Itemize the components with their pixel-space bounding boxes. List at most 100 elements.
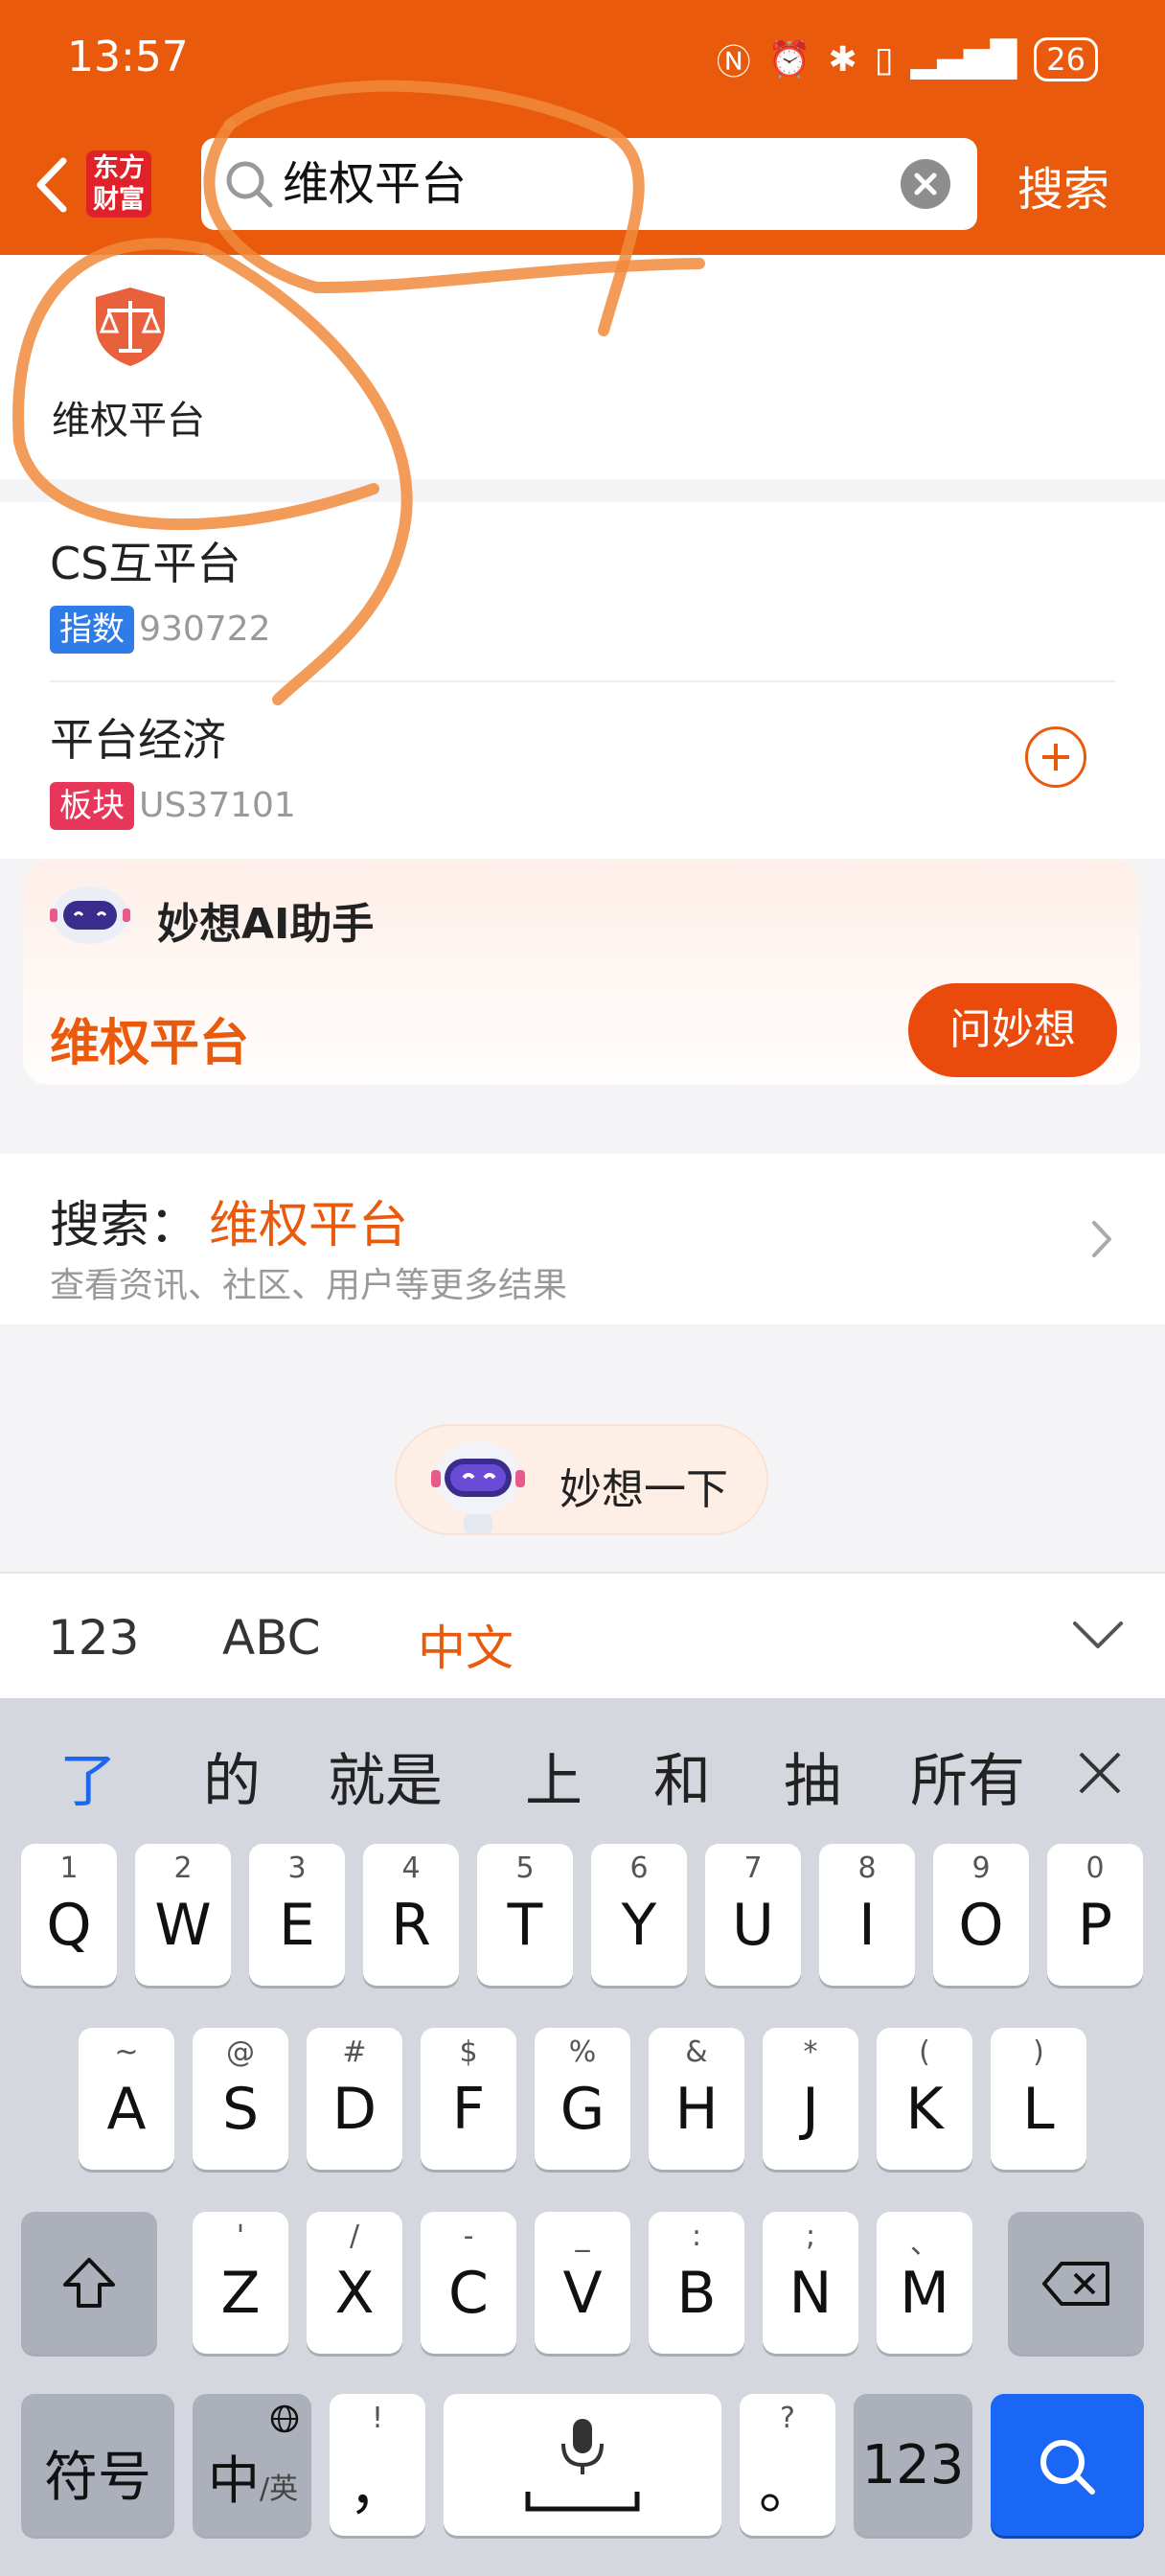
key-hint: ~ <box>114 2036 139 2069</box>
key-hint: 1 <box>59 1852 79 1885</box>
scales-shield-icon <box>96 288 165 366</box>
mode-chinese[interactable]: 中文 <box>418 1610 514 1679</box>
key-t[interactable]: 5T <box>477 1844 573 1986</box>
key-u[interactable]: 7U <box>705 1844 801 1986</box>
key-hint: ( <box>919 2036 930 2069</box>
backspace-key[interactable] <box>1008 2212 1144 2354</box>
key-label: F <box>451 2076 486 2143</box>
key-label: L <box>1022 2076 1055 2143</box>
search-input[interactable]: 维权平台 <box>201 138 977 230</box>
key-label: W <box>154 1892 212 1959</box>
key-p[interactable]: 0P <box>1047 1844 1143 1986</box>
stock-list: CS互平台 指数 930722 平台经济 板块 US37101 <box>0 502 1165 859</box>
type-tag: 指数 <box>50 606 134 654</box>
key-label: T <box>507 1892 543 1959</box>
key-a[interactable]: ~ A <box>79 2028 174 2170</box>
key-hint: ! <box>371 2402 384 2435</box>
candidate-item[interactable]: 所有 <box>910 1735 1025 1818</box>
key-hint: - <box>463 2220 474 2253</box>
key-i[interactable]: 8I <box>819 1844 915 1986</box>
mode-number[interactable]: 123 <box>48 1610 139 1666</box>
key-label: U <box>732 1892 774 1959</box>
back-button[interactable] <box>25 151 82 218</box>
key-f[interactable]: $ F <box>421 2028 516 2170</box>
key-v[interactable]: _ V <box>535 2212 630 2354</box>
shift-key[interactable] <box>21 2212 157 2354</box>
language-switch-key[interactable]: 中/英 <box>193 2394 311 2536</box>
key-z[interactable]: ' Z <box>193 2212 288 2354</box>
key-y[interactable]: 6Y <box>591 1844 687 1986</box>
candidate-item[interactable]: 和 <box>653 1735 711 1818</box>
key-hint: & <box>685 2036 708 2069</box>
key-label: H <box>674 2076 719 2143</box>
globe-icon <box>270 2404 299 2433</box>
key-sublabel: /英 <box>260 2472 299 2506</box>
key-g[interactable]: % G <box>535 2028 630 2170</box>
number-key[interactable]: 123 <box>854 2394 972 2536</box>
battery-indicator: 26 <box>1034 37 1098 81</box>
key-label: G <box>560 2076 605 2143</box>
key-w[interactable]: 2W <box>135 1844 231 1986</box>
key-hint: % <box>568 2036 597 2069</box>
search-more-row[interactable]: 搜索： 维权平台 查看资讯、社区、用户等更多结果 <box>0 1154 1165 1324</box>
list-item[interactable]: CS互平台 指数 930722 <box>50 529 271 654</box>
keyboard-collapse-icon[interactable] <box>1069 1616 1127 1654</box>
candidate-item[interactable]: 的 <box>203 1735 261 1818</box>
logo-text-line1: 东方 <box>93 153 145 183</box>
key-q[interactable]: 1Q <box>21 1844 117 1986</box>
candidate-item[interactable]: 了 <box>59 1735 117 1818</box>
key-k[interactable]: (K <box>877 2028 972 2170</box>
symbols-key[interactable]: 符号 <box>21 2394 174 2536</box>
key-hint: # <box>342 2036 367 2069</box>
key-b[interactable]: :B <box>649 2212 744 2354</box>
key-n[interactable]: ; N <box>763 2212 858 2354</box>
add-watchlist-button[interactable] <box>1025 726 1086 788</box>
key-label: I <box>858 1892 876 1959</box>
key-hint: 5 <box>515 1852 535 1885</box>
app-result-item[interactable]: 维权平台 <box>0 255 1165 479</box>
key-c[interactable]: -C <box>421 2212 516 2354</box>
key-hint: ? <box>780 2402 795 2435</box>
miaoxiang-label: 妙想一下 <box>560 1465 728 1514</box>
key-j[interactable]: * J <box>763 2028 858 2170</box>
candidate-item[interactable]: 就是 <box>328 1735 443 1818</box>
mode-abc[interactable]: ABC <box>222 1610 321 1666</box>
key-label: 符号 <box>44 2447 151 2509</box>
key-e[interactable]: 3E <box>249 1844 345 1986</box>
candidate-item[interactable]: 抽 <box>784 1735 841 1818</box>
key-l[interactable]: ) L <box>991 2028 1086 2170</box>
period-key[interactable]: ? 。 <box>740 2394 835 2536</box>
miaoxiang-button[interactable]: 妙想一下 <box>395 1424 768 1535</box>
key-h[interactable]: & H <box>649 2028 744 2170</box>
key-hint: @ <box>226 2036 255 2069</box>
close-candidates-icon[interactable] <box>1073 1746 1127 1800</box>
key-hint: 6 <box>629 1852 649 1885</box>
key-s[interactable]: @ S <box>193 2028 288 2170</box>
comma-key[interactable]: ! ， <box>330 2394 425 2536</box>
clear-search-button[interactable] <box>901 159 950 209</box>
search-query-text[interactable]: 维权平台 <box>283 155 467 213</box>
key-hint: 9 <box>971 1852 991 1885</box>
ai-query-text[interactable]: 维权平台 <box>50 1002 249 1074</box>
candidate-item[interactable]: 上 <box>525 1735 582 1818</box>
status-icons: Ⓝ ⏰ ✱ ▯ ▂▄▆█ 26 <box>717 34 1098 84</box>
search-button[interactable]: 搜索 <box>1017 151 1109 218</box>
stock-code: US37101 <box>139 786 296 825</box>
signal-icon: ▂▄▆█ <box>910 39 1017 80</box>
key-r[interactable]: 4R <box>363 1844 459 1986</box>
key-o[interactable]: 9O <box>933 1844 1029 1986</box>
key-m[interactable]: 、 M <box>877 2212 972 2354</box>
app-result-name: 维权平台 <box>52 399 205 443</box>
list-item[interactable]: 平台经济 板块 US37101 <box>50 705 296 830</box>
search-more-prefix: 搜索： <box>50 1197 200 1254</box>
keyboard-search-key[interactable] <box>991 2394 1144 2536</box>
key-hint: 4 <box>401 1852 421 1885</box>
stock-name: 平台经济 <box>50 714 226 766</box>
key-d[interactable]: # D <box>307 2028 402 2170</box>
divider <box>50 680 1115 682</box>
ask-miaoxiang-button[interactable]: 问妙想 <box>908 983 1117 1077</box>
space-key[interactable] <box>444 2394 721 2536</box>
robot-mascot-icon <box>431 1441 525 1533</box>
key-label: B <box>676 2260 717 2327</box>
key-x[interactable]: / X <box>307 2212 402 2354</box>
